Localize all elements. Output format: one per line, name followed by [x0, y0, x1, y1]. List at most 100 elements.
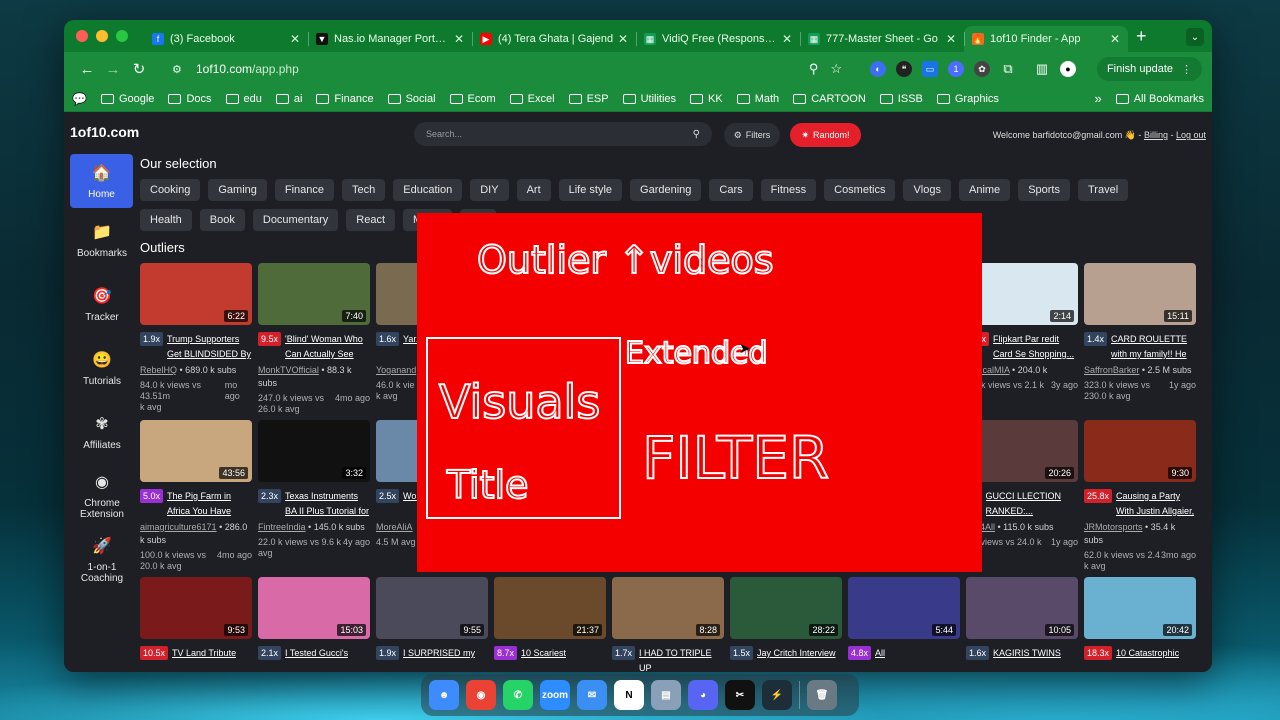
- category-chip[interactable]: React: [346, 209, 396, 231]
- back-button[interactable]: ←: [74, 61, 100, 78]
- channel-link[interactable]: RebelHQ: [140, 365, 177, 375]
- category-chip[interactable]: Documentary: [252, 209, 339, 231]
- video-title-link[interactable]: Jay Critch Interview: [757, 646, 836, 672]
- sidebar-item-chrome-extension[interactable]: ◉ Chrome Extension: [70, 464, 134, 528]
- category-chip[interactable]: Finance: [274, 179, 335, 201]
- category-chip[interactable]: Cooking: [140, 179, 201, 201]
- channel-link[interactable]: FintreeIndia: [258, 522, 306, 532]
- bookmark-folder[interactable]: Docs: [168, 93, 212, 105]
- category-chip[interactable]: Travel: [1077, 179, 1129, 201]
- category-chip[interactable]: Book: [199, 209, 245, 231]
- video-thumbnail[interactable]: 21:37: [494, 577, 606, 639]
- tab-1[interactable]: f (3) Facebook ✕: [144, 26, 308, 52]
- close-window-button[interactable]: [76, 30, 88, 42]
- sidebar-item-home[interactable]: 🏠 Home: [70, 154, 133, 208]
- bookmark-star-icon[interactable]: ☆: [830, 61, 842, 77]
- dock-preview-icon[interactable]: ▤: [651, 680, 681, 710]
- video-card[interactable]: 28:22 1.5x Jay Critch Interview: [730, 577, 842, 672]
- search-input[interactable]: Search... ⚲: [414, 122, 712, 146]
- video-thumbnail[interactable]: 20:26: [966, 420, 1078, 482]
- bookmark-folder[interactable]: Math: [736, 93, 779, 105]
- close-tab-icon[interactable]: ✕: [618, 32, 628, 46]
- video-title-link[interactable]: All: [875, 646, 885, 672]
- dock-capcut-icon[interactable]: ✂: [725, 680, 755, 710]
- video-thumbnail[interactable]: 6:22: [140, 263, 252, 325]
- video-card[interactable]: 6:22 1.9x Trump Supporters Get BLINDSIDE…: [140, 263, 252, 420]
- dock-zoom-icon[interactable]: zoom: [540, 680, 570, 710]
- video-card[interactable]: 9:55 1.9x I SURPRISED my: [376, 577, 488, 672]
- video-thumbnail[interactable]: 9:55: [376, 577, 488, 639]
- bookmark-folder[interactable]: edu: [225, 93, 262, 105]
- video-title-link[interactable]: Causing a Party With Justin Allgaier, Ke…: [1116, 489, 1196, 519]
- video-thumbnail[interactable]: 43:56: [140, 420, 252, 482]
- kebab-menu-icon[interactable]: ⋮: [1181, 63, 1192, 76]
- video-thumbnail[interactable]: 28:22: [730, 577, 842, 639]
- video-card[interactable]: 2:14 5.6x Flipkart Par redit Card Se Sho…: [966, 263, 1078, 420]
- channel-link[interactable]: MoreAliA: [376, 522, 413, 532]
- video-title-link[interactable]: 10 Scariest: [521, 646, 566, 672]
- video-card[interactable]: 5:44 4.8x All: [848, 577, 960, 672]
- dock-mail-icon[interactable]: ✉: [577, 680, 607, 710]
- category-chip[interactable]: Anime: [959, 179, 1011, 201]
- video-card[interactable]: 15:11 1.4x CARD ROULETTE with my family!…: [1084, 263, 1196, 420]
- video-card[interactable]: 43:56 5.0x The Pig Farm in Africa You Ha…: [140, 420, 252, 577]
- tab-2[interactable]: ▼ Nas.io Manager Portal - ✕: [308, 26, 472, 52]
- billing-link[interactable]: Billing: [1144, 130, 1168, 140]
- tab-6[interactable]: 🔥 1of10 Finder - App ✕: [964, 26, 1128, 52]
- video-thumbnail[interactable]: 9:53: [140, 577, 252, 639]
- video-title-link[interactable]: CARD ROULETTE with my family!! He paid..…: [1111, 332, 1196, 362]
- sidebar-item-bookmarks[interactable]: 📁 Bookmarks: [70, 208, 134, 272]
- extension-icon[interactable]: ✿: [974, 61, 990, 77]
- video-title-link[interactable]: 10 Catastrophic: [1116, 646, 1179, 672]
- logout-link[interactable]: Log out: [1176, 130, 1206, 140]
- reload-button[interactable]: ↻: [126, 60, 152, 78]
- tab-3[interactable]: ▶ (4) Tera Ghata | Gajend ✕: [472, 26, 636, 52]
- video-title-link[interactable]: The Pig Farm in Africa You Have Never...: [167, 489, 252, 519]
- dock-finder-icon[interactable]: ☻: [429, 680, 459, 710]
- video-card[interactable]: 7:40 9.5x 'Blind' Woman Who Can Actually…: [258, 263, 370, 420]
- category-chip[interactable]: Sports: [1018, 179, 1070, 201]
- video-card[interactable]: 20:42 18.3x 10 Catastrophic: [1084, 577, 1196, 672]
- extension-icon[interactable]: ◐: [870, 61, 886, 77]
- bookmark-folder[interactable]: Excel: [509, 93, 555, 105]
- close-tab-icon[interactable]: ✕: [1110, 32, 1120, 46]
- dock-discord-icon[interactable]: ◕: [688, 680, 718, 710]
- puzzle-icon[interactable]: ⧉: [1000, 61, 1016, 77]
- apps-icon[interactable]: 💬: [72, 92, 87, 106]
- extension-icon[interactable]: 1: [948, 61, 964, 77]
- category-chip[interactable]: DIY: [470, 179, 509, 201]
- video-title-link[interactable]: I HAD TO TRIPLE UP: [639, 646, 724, 672]
- video-thumbnail[interactable]: 15:11: [1084, 263, 1196, 325]
- category-chip[interactable]: Life style: [558, 179, 623, 201]
- bookmark-folder[interactable]: CARTOON: [793, 93, 866, 105]
- extension-icon[interactable]: ▭: [922, 61, 938, 77]
- address-bar[interactable]: ⚙ 1of10.com/app.php ⚲ ☆: [162, 56, 852, 82]
- random-button[interactable]: ✷ Random!: [790, 123, 861, 147]
- bookmark-folder[interactable]: Google: [100, 93, 154, 105]
- minimize-window-button[interactable]: [96, 30, 108, 42]
- search-icon[interactable]: ⚲: [693, 129, 700, 140]
- video-title-link[interactable]: Flipkart Par redit Card Se Shopping...: [993, 332, 1078, 362]
- sidebar-item-tutorials[interactable]: 😀 Tutorials: [70, 336, 134, 400]
- site-info-icon[interactable]: ⚙: [172, 63, 186, 76]
- category-chip[interactable]: Gardening: [630, 179, 702, 201]
- category-chip[interactable]: Health: [140, 209, 192, 231]
- filters-button[interactable]: ⚙ Filters: [724, 123, 780, 147]
- bookmark-folder[interactable]: ISSB: [879, 93, 923, 105]
- category-chip[interactable]: Art: [516, 179, 551, 201]
- tab-4[interactable]: ▦ VidiQ Free (Responses) ✕: [636, 26, 800, 52]
- dock-notion-icon[interactable]: N: [614, 680, 644, 710]
- close-tab-icon[interactable]: ✕: [782, 32, 792, 46]
- channel-link[interactable]: SaffronBarker: [1084, 365, 1139, 375]
- sidebar-item-1-on-1-coaching[interactable]: 🚀 1-on-1 Coaching: [70, 528, 134, 592]
- forward-button[interactable]: →: [100, 61, 126, 78]
- video-card[interactable]: 8:28 1.7x I HAD TO TRIPLE UP: [612, 577, 724, 672]
- video-card[interactable]: 10:05 1.6x KAGIRIS TWINS: [966, 577, 1078, 672]
- video-card[interactable]: 20:26 5x GUCCI LLECTION RANKED:... oks4A…: [966, 420, 1078, 577]
- video-thumbnail[interactable]: 20:42: [1084, 577, 1196, 639]
- category-chip[interactable]: Vlogs: [903, 179, 951, 201]
- category-chip[interactable]: Fitness: [760, 179, 817, 201]
- channel-link[interactable]: MonkTVOfficial: [258, 365, 319, 375]
- profile-avatar[interactable]: ●: [1060, 61, 1076, 77]
- side-panel-icon[interactable]: ▥: [1034, 61, 1050, 77]
